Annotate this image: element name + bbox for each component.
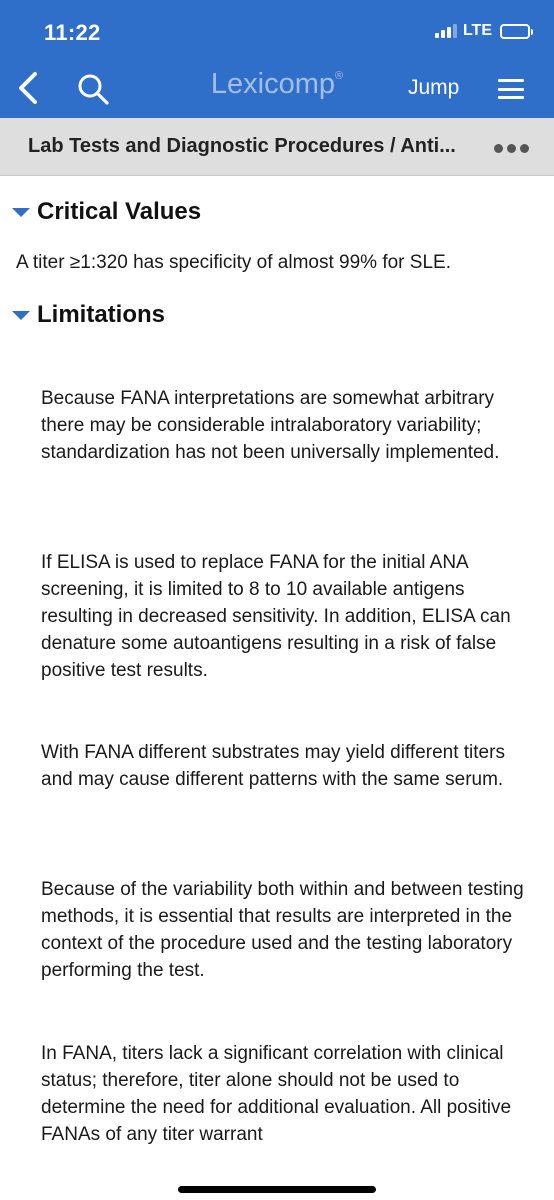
- status-indicators: LTE: [434, 22, 533, 40]
- limitation-paragraph: Because FANA interpretations are somewha…: [41, 388, 500, 463]
- limitation-paragraph: If ELISA is used to replace FANA for the…: [41, 552, 511, 681]
- limitation-paragraph: With FANA different substrates may yield…: [41, 742, 505, 790]
- signal-icon: [434, 24, 457, 38]
- app-header: 11:22 LTE Lexicomp® Jump: [0, 0, 554, 118]
- section-title: Critical Values: [37, 198, 202, 225]
- breadcrumb-bar: Lab Tests and Diagnostic Procedures / An…: [0, 118, 554, 176]
- section-header-limitations[interactable]: Limitations: [12, 301, 165, 329]
- brand-mark: ®: [335, 70, 344, 82]
- more-options-icon[interactable]: [494, 144, 529, 153]
- jump-button[interactable]: Jump: [408, 76, 459, 100]
- section-title: Limitations: [37, 301, 166, 328]
- limitation-paragraph: In FANA, titers lack a significant corre…: [41, 1043, 512, 1145]
- status-time: 11:22: [44, 20, 101, 45]
- app-logo: Lexicomp®: [0, 68, 554, 101]
- section-header-critical-values[interactable]: Critical Values: [12, 198, 201, 226]
- network-label: LTE: [462, 22, 492, 39]
- collapse-triangle-icon: [12, 310, 30, 320]
- menu-icon[interactable]: [498, 79, 524, 99]
- breadcrumb[interactable]: Lab Tests and Diagnostic Procedures / An…: [28, 135, 488, 158]
- limitation-paragraph: Because of the variability both within a…: [41, 879, 524, 981]
- home-indicator[interactable]: [178, 1186, 376, 1193]
- brand-name: Lexicomp: [210, 68, 335, 100]
- battery-icon: [500, 23, 533, 39]
- critical-values-text: A titer ≥1:320 has specificity of almost…: [16, 252, 451, 273]
- collapse-triangle-icon: [12, 207, 30, 217]
